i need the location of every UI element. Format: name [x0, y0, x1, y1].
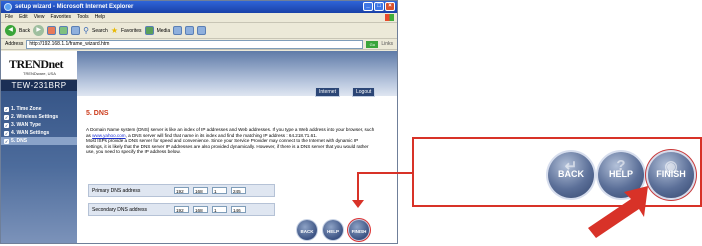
desc-text-2: , a DNS server will find that name in it…	[125, 132, 318, 138]
secondary-dns-label: Secondary DNS address	[92, 206, 148, 213]
step-wan-settings[interactable]: ✓ 4. WAN Settings	[1, 129, 77, 137]
zoom-finish-button[interactable]: ◉ FINISH	[648, 152, 694, 198]
desc-text-3: Most ISPs provide a DNS server for speed…	[86, 138, 369, 155]
secondary-dns-row: Secondary DNS address 192 168 1 146	[88, 203, 275, 216]
check-icon: ✓	[4, 138, 9, 144]
toolbar: ◀ Back ▶ ⚲ Search ★ Favorites Media	[1, 23, 397, 39]
finish-button[interactable]: FINISH	[349, 220, 369, 240]
step-label: 3. WAN Type	[11, 122, 41, 128]
history-icon[interactable]	[173, 26, 183, 35]
address-input[interactable]: http://192.168.1.1/frame_wizard.htm	[26, 39, 364, 49]
zoom-help-label: HELP	[608, 169, 633, 179]
zoom-finish-label: FINISH	[656, 169, 686, 179]
step-time-zone[interactable]: ✓ 1. Time Zone	[1, 105, 77, 113]
step-wan-type[interactable]: ✓ 3. WAN Type	[1, 121, 77, 129]
forward-arrow-icon[interactable]: ▶	[33, 25, 45, 36]
address-label: Address	[5, 41, 24, 47]
favorites-label[interactable]: Favorites	[121, 28, 142, 34]
check-icon: ✓	[4, 106, 9, 112]
window-title: setup wizard - Microsoft Internet Explor…	[15, 4, 134, 10]
search-icon[interactable]: ⚲	[83, 26, 89, 35]
help-button[interactable]: HELP	[323, 220, 343, 240]
section-title: 5. DNS	[86, 110, 109, 117]
step-label: 2. Wireless Settings	[11, 114, 59, 120]
back-button-label: BACK	[300, 229, 314, 234]
header-banner: Internet Logout	[77, 51, 397, 97]
favorites-star-icon[interactable]: ★	[111, 26, 118, 35]
primary-dns-octet-3[interactable]: 1	[212, 187, 227, 194]
browser-window: setup wizard - Microsoft Internet Explor…	[0, 0, 398, 244]
check-icon: ✓	[4, 114, 9, 120]
check-icon: ✓	[4, 122, 9, 128]
media-icon[interactable]	[144, 26, 154, 35]
dns-content: 5. DNS A Domain Name system (DNS) server…	[77, 96, 387, 243]
yahoo-link[interactable]: www.yahoo.com	[92, 133, 125, 138]
secondary-dns-octet-1[interactable]: 192	[174, 206, 189, 213]
step-dns[interactable]: ✓ 5. DNS	[1, 137, 77, 145]
refresh-icon[interactable]	[59, 26, 69, 35]
finish-button-label: FINISH	[351, 229, 367, 234]
step-label: 5. DNS	[11, 138, 28, 144]
wizard-sidebar: TRENDnet TRENDware, USA TEW-231BRP ✓ 1. …	[1, 51, 77, 243]
brand-tagline: TRENDware, USA	[23, 71, 56, 76]
primary-dns-octet-1[interactable]: 192	[174, 187, 189, 194]
menu-favorites[interactable]: Favorites	[50, 13, 71, 22]
address-bar: Address http://192.168.1.1/frame_wizard.…	[1, 39, 397, 50]
menu-view[interactable]: View	[34, 13, 45, 22]
dns-description: A Domain Name system (DNS) server is lik…	[86, 127, 376, 155]
primary-dns-label: Primary DNS address	[92, 187, 141, 194]
stop-icon[interactable]	[47, 26, 57, 35]
search-label[interactable]: Search	[92, 28, 108, 34]
home-icon[interactable]	[71, 26, 81, 35]
callout-connector-horizontal	[357, 172, 413, 174]
menu-help[interactable]: Help	[95, 13, 105, 22]
title-bar: setup wizard - Microsoft Internet Explor…	[1, 1, 397, 13]
wizard-steps: ✓ 1. Time Zone ✓ 2. Wireless Settings ✓ …	[1, 91, 77, 145]
brand-logo: TRENDnet	[9, 57, 64, 71]
menu-file[interactable]: File	[5, 13, 13, 22]
mail-icon[interactable]	[185, 26, 195, 35]
help-button-label: HELP	[326, 229, 339, 234]
media-label[interactable]: Media	[157, 28, 171, 34]
brand-box: TRENDnet TRENDware, USA	[1, 51, 77, 80]
router-setup-page: TRENDnet TRENDware, USA TEW-231BRP ✓ 1. …	[1, 51, 397, 243]
menu-tools[interactable]: Tools	[77, 13, 89, 22]
secondary-dns-octet-3[interactable]: 1	[212, 206, 227, 213]
primary-dns-octet-4[interactable]: 245	[231, 187, 246, 194]
ie-icon	[4, 3, 12, 11]
red-pointer-arrow-icon	[588, 186, 648, 238]
step-wireless-settings[interactable]: ✓ 2. Wireless Settings	[1, 113, 77, 121]
links-label[interactable]: Links	[381, 41, 393, 47]
connector-arrowhead-icon	[352, 200, 364, 208]
check-icon: ✓	[4, 130, 9, 136]
back-button[interactable]: BACK	[297, 220, 317, 240]
minimize-button[interactable]: _	[363, 2, 373, 11]
print-icon[interactable]	[197, 26, 207, 35]
maximize-button[interactable]: □	[374, 2, 384, 11]
menu-edit[interactable]: Edit	[19, 13, 28, 22]
primary-dns-row: Primary DNS address 192 168 1 245	[88, 184, 275, 197]
back-label[interactable]: Back	[19, 28, 30, 34]
step-label: 1. Time Zone	[11, 106, 42, 112]
zoom-back-label: BACK	[558, 169, 584, 179]
window-controls: _ □ ×	[363, 2, 395, 11]
step-label: 4. WAN Settings	[11, 130, 50, 136]
close-button[interactable]: ×	[385, 2, 395, 11]
callout-connector-vertical	[357, 172, 359, 202]
dns-form: Primary DNS address 192 168 1 245 Second…	[88, 184, 275, 222]
secondary-dns-octet-4[interactable]: 146	[231, 206, 246, 213]
go-button[interactable]: Go	[366, 40, 379, 48]
back-arrow-icon[interactable]: ◀	[5, 25, 16, 36]
primary-dns-octet-2[interactable]: 168	[193, 187, 208, 194]
secondary-dns-octet-2[interactable]: 168	[193, 206, 208, 213]
menu-bar: File Edit View Favorites Tools Help	[1, 13, 397, 23]
windows-logo-icon	[385, 14, 394, 21]
zoom-callout: ↵ BACK ? HELP ◉ FINISH	[412, 137, 702, 207]
model-name: TEW-231BRP	[1, 80, 77, 91]
